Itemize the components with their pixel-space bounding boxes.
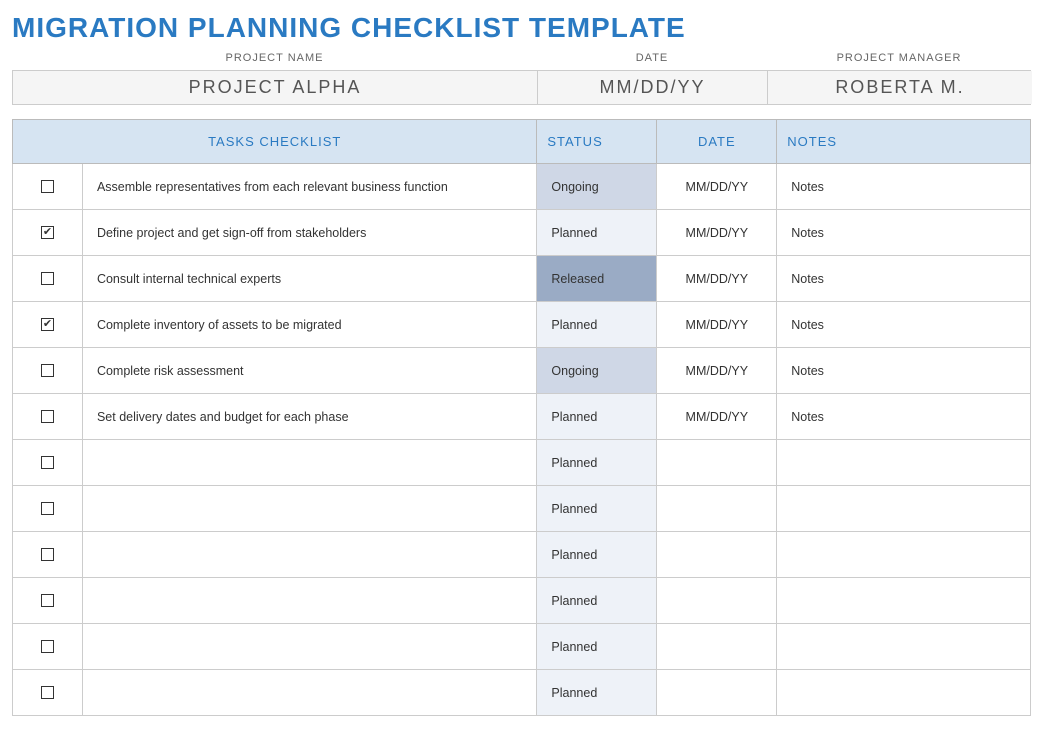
task-text[interactable]: Complete inventory of assets to be migra… [83,302,536,347]
status-cell[interactable]: Planned [537,624,656,669]
page-title: MIGRATION PLANNING CHECKLIST TEMPLATE [12,12,1031,44]
label-date: DATE [537,48,767,68]
task-text[interactable] [83,440,536,485]
date-cell[interactable]: MM/DD/YY [657,256,776,301]
status-cell[interactable]: Ongoing [537,164,656,209]
task-checkbox[interactable] [41,410,54,423]
date-cell[interactable] [657,670,776,715]
task-checkbox[interactable] [41,502,54,515]
task-text[interactable]: Assemble representatives from each relev… [83,164,536,209]
date-cell[interactable] [657,624,776,669]
notes-cell[interactable] [777,440,1030,485]
status-cell[interactable]: Planned [537,486,656,531]
task-checkbox[interactable] [41,640,54,653]
header-status: STATUS [537,120,657,164]
table-row: Planned [13,486,1031,532]
status-cell[interactable]: Planned [537,532,656,577]
status-cell[interactable]: Planned [537,440,656,485]
header-tasks: TASKS CHECKLIST [13,120,537,164]
table-row: Planned [13,624,1031,670]
value-date[interactable]: MM/DD/YY [538,71,768,104]
table-row: Planned [13,670,1031,716]
task-text[interactable] [83,532,536,577]
task-checkbox[interactable] [41,548,54,561]
meta-values-row: PROJECT ALPHA MM/DD/YY ROBERTA M. [12,70,1031,105]
status-cell[interactable]: Planned [537,578,656,623]
value-project-manager[interactable]: ROBERTA M. [768,71,1032,104]
task-text[interactable] [83,624,536,669]
notes-cell[interactable]: Notes [777,348,1030,393]
date-cell[interactable] [657,532,776,577]
notes-cell[interactable]: Notes [777,302,1030,347]
table-row: Complete risk assessmentOngoingMM/DD/YYN… [13,348,1031,394]
label-project-name: PROJECT NAME [12,48,537,68]
task-text[interactable]: Set delivery dates and budget for each p… [83,394,536,439]
notes-cell[interactable] [777,578,1030,623]
task-checkbox[interactable] [41,686,54,699]
task-text[interactable]: Define project and get sign-off from sta… [83,210,536,255]
status-cell[interactable]: Released [537,256,656,301]
date-cell[interactable]: MM/DD/YY [657,394,776,439]
task-checkbox[interactable] [41,364,54,377]
date-cell[interactable]: MM/DD/YY [657,302,776,347]
task-checkbox[interactable]: ✔ [41,226,54,239]
task-checkbox[interactable] [41,594,54,607]
label-project-manager: PROJECT MANAGER [767,48,1031,68]
value-project-name[interactable]: PROJECT ALPHA [13,71,538,104]
table-row: ✔ Complete inventory of assets to be migr… [13,302,1031,348]
date-cell[interactable] [657,578,776,623]
header-date: DATE [657,120,777,164]
task-text[interactable] [83,486,536,531]
task-checkbox[interactable] [41,180,54,193]
task-checkbox[interactable]: ✔ [41,318,54,331]
checklist-table: TASKS CHECKLIST STATUS DATE NOTES Assemb… [12,119,1031,716]
table-row: Set delivery dates and budget for each p… [13,394,1031,440]
notes-cell[interactable] [777,532,1030,577]
task-text[interactable] [83,670,536,715]
task-checkbox[interactable] [41,456,54,469]
status-cell[interactable]: Planned [537,394,656,439]
notes-cell[interactable] [777,670,1030,715]
date-cell[interactable] [657,486,776,531]
table-row: ✔ Define project and get sign-off from st… [13,210,1031,256]
status-cell[interactable]: Ongoing [537,348,656,393]
notes-cell[interactable] [777,624,1030,669]
table-row: Planned [13,532,1031,578]
notes-cell[interactable]: Notes [777,164,1030,209]
table-row: Assemble representatives from each relev… [13,164,1031,210]
task-text[interactable]: Complete risk assessment [83,348,536,393]
date-cell[interactable]: MM/DD/YY [657,348,776,393]
task-checkbox[interactable] [41,272,54,285]
status-cell[interactable]: Planned [537,210,656,255]
notes-cell[interactable] [777,486,1030,531]
table-row: Planned [13,578,1031,624]
task-text[interactable]: Consult internal technical experts [83,256,536,301]
task-text[interactable] [83,578,536,623]
notes-cell[interactable]: Notes [777,394,1030,439]
date-cell[interactable]: MM/DD/YY [657,164,776,209]
header-notes: NOTES [777,120,1031,164]
notes-cell[interactable]: Notes [777,210,1030,255]
date-cell[interactable]: MM/DD/YY [657,210,776,255]
date-cell[interactable] [657,440,776,485]
notes-cell[interactable]: Notes [777,256,1030,301]
meta-labels-row: PROJECT NAME DATE PROJECT MANAGER [12,48,1031,68]
status-cell[interactable]: Planned [537,670,656,715]
table-row: Consult internal technical expertsReleas… [13,256,1031,302]
table-row: Planned [13,440,1031,486]
status-cell[interactable]: Planned [537,302,656,347]
